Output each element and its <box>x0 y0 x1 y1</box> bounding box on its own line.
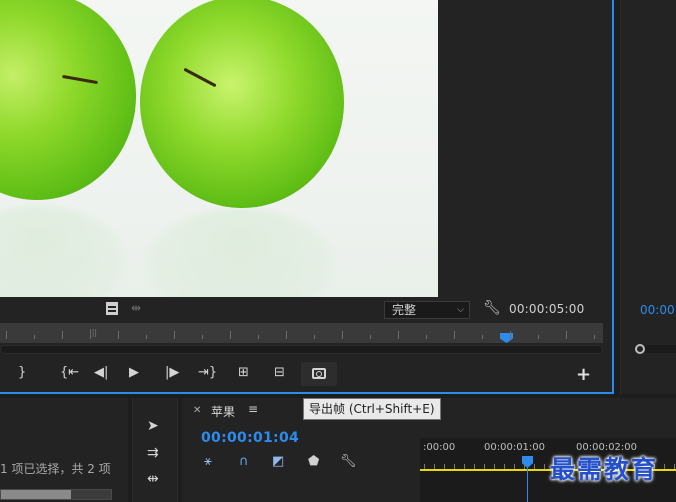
drag-audio-only-icon[interactable]: ⇹ <box>131 301 141 315</box>
close-icon[interactable]: ✕ <box>193 405 201 416</box>
ruler-tick <box>90 335 91 339</box>
program-monitor-panel: 00:00 <box>620 0 676 394</box>
source-duration: 00:00:05:00 <box>509 302 585 316</box>
ruler-label: :00:00 <box>423 442 456 453</box>
timeline-ruler-tick <box>434 464 435 469</box>
settings-wrench-icon[interactable]: 🔧︎ <box>483 300 501 316</box>
resolution-value: 完整 <box>392 303 417 317</box>
ruler-tick <box>118 331 119 339</box>
panel-menu-icon[interactable]: ≡ <box>248 402 258 416</box>
ruler-tick <box>342 331 343 339</box>
ruler-tick <box>426 335 427 339</box>
add-marker-icon[interactable]: ⬟ <box>308 454 319 469</box>
timeline-ruler-tick <box>464 464 465 469</box>
selection-status: 1 项已选择，共 2 项 <box>0 462 111 476</box>
track-select-tool-icon[interactable]: ⇉ <box>147 445 159 461</box>
ruler-tick <box>594 335 595 339</box>
timeline-ruler-tick <box>474 464 475 469</box>
apple-left <box>0 0 136 200</box>
ripple-edit-tool-icon[interactable]: ⇹ <box>147 471 159 487</box>
ruler-tick <box>538 335 539 339</box>
ruler-tick <box>202 335 203 339</box>
button-editor-plus-icon[interactable]: + <box>576 364 591 385</box>
nest-icon[interactable]: ⚹ <box>204 454 212 469</box>
play-icon[interactable]: ▶ <box>129 364 139 382</box>
ruler-tick <box>6 331 7 339</box>
source-playhead[interactable] <box>500 333 513 343</box>
overwrite-icon[interactable]: ⊟ <box>274 364 285 382</box>
drag-video-only-icon[interactable] <box>106 302 118 315</box>
timeline-playhead-line <box>527 466 528 502</box>
go-to-in-icon[interactable]: {⇤ <box>60 364 79 382</box>
watermark-text: 最需教育 <box>550 455 659 484</box>
video-frame-green-apples <box>0 0 438 297</box>
ruler-tick <box>258 335 259 339</box>
timeline-ruler-tick <box>514 464 515 469</box>
timeline-ruler-tick <box>674 464 675 469</box>
timeline-ruler-tick <box>454 464 455 469</box>
apple-right <box>140 0 344 208</box>
ruler-tick <box>34 335 35 339</box>
step-back-icon[interactable]: ◀| <box>94 364 108 382</box>
snap-magnet-icon[interactable]: ∩ <box>239 454 249 469</box>
timeline-ruler-tick <box>444 464 445 469</box>
timeline-settings-wrench-icon[interactable]: 🔧︎ <box>340 454 357 469</box>
monitor-info-row: ⇹ 完整 ⌵ 🔧︎ 00:00:05:00 <box>0 297 614 323</box>
camera-icon <box>312 368 326 379</box>
selection-tool-icon[interactable]: ➤ <box>147 418 159 434</box>
source-zoom-scrollbar[interactable] <box>0 345 603 354</box>
ruler-tick <box>510 331 511 339</box>
playback-resolution-select[interactable]: 完整 ⌵ <box>384 301 470 319</box>
ruler-tick <box>62 331 63 339</box>
program-scrollbar[interactable] <box>641 345 676 353</box>
linked-selection-icon[interactable]: ◩ <box>272 454 284 469</box>
chevron-down-icon: ⌵ <box>457 305 464 315</box>
timeline-ruler-tick <box>534 464 535 469</box>
timeline-ruler-tick <box>424 464 425 469</box>
program-timecode[interactable]: 00:00 <box>640 303 675 317</box>
ruler-tick <box>370 335 371 339</box>
timeline-ruler-tick <box>664 464 665 469</box>
step-forward-icon[interactable]: |▶ <box>165 364 179 382</box>
ruler-tick <box>230 331 231 339</box>
insert-icon[interactable]: ⊞ <box>238 364 249 382</box>
ruler-tick <box>398 331 399 339</box>
ruler-tick <box>314 335 315 339</box>
timeline-ruler-tick <box>504 464 505 469</box>
timeline-ruler-tick <box>524 464 525 469</box>
source-time-ruler[interactable]: ||| <box>0 323 603 343</box>
ruler-tick <box>454 331 455 339</box>
program-scroll-handle[interactable] <box>635 344 645 354</box>
timeline-ruler-tick <box>484 464 485 469</box>
sequence-tab[interactable]: 苹果 <box>211 403 235 420</box>
go-to-out-icon[interactable]: ⇥} <box>198 364 217 382</box>
timeline-ruler-tick <box>544 464 545 469</box>
ruler-tick <box>174 331 175 339</box>
tools-panel: ➤ ⇉ ⇹ <box>132 398 178 502</box>
export-frame-button[interactable] <box>301 362 337 386</box>
timeline-timecode[interactable]: 00:00:01:04 <box>201 430 299 446</box>
ruler-tick <box>286 331 287 339</box>
export-frame-tooltip: 导出帧 (Ctrl+Shift+E) <box>303 398 441 420</box>
project-zoom-slider[interactable] <box>0 489 112 500</box>
timeline-ruler-tick <box>494 464 495 469</box>
mark-out-icon[interactable]: } <box>18 364 26 382</box>
project-panel: 1 项已选择，共 2 项 <box>0 398 128 502</box>
ruler-tick <box>482 335 483 339</box>
video-preview <box>0 0 438 297</box>
ruler-tick <box>566 331 567 339</box>
source-monitor-panel: ⇹ 完整 ⌵ 🔧︎ 00:00:05:00 ||| } {⇤ ◀| ▶ |▶ ⇥… <box>0 0 614 394</box>
ruler-label: 00:00:01:00 <box>484 442 546 453</box>
ruler-tick <box>146 335 147 339</box>
